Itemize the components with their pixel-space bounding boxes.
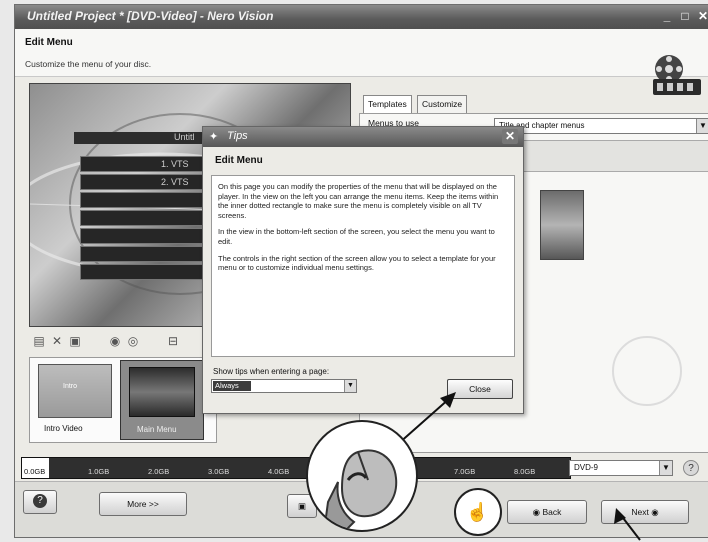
- mouse-click-icon: [323, 449, 398, 530]
- mouse-click-callout: [306, 420, 418, 532]
- touch-gesture-icon: ☝: [466, 502, 489, 522]
- touch-gesture-callout: ☝: [454, 488, 502, 536]
